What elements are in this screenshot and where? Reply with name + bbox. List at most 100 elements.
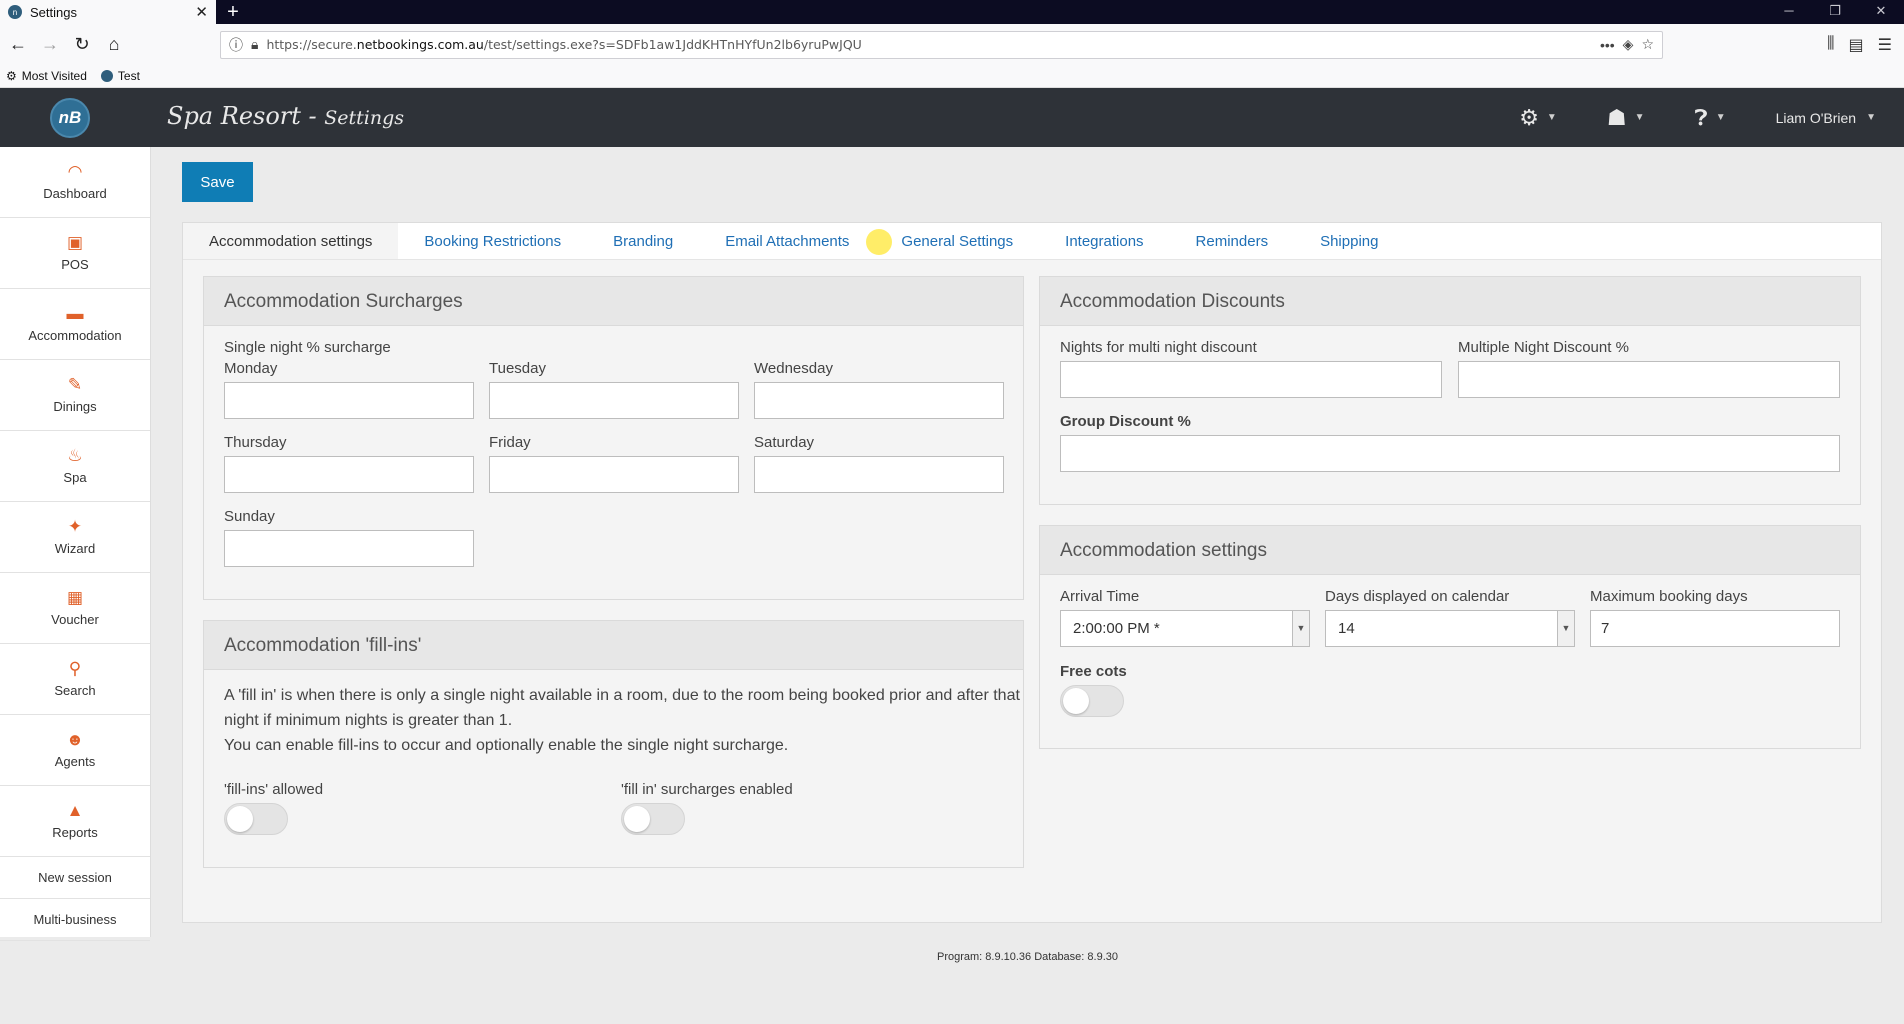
browser-tab[interactable]: n Settings ✕ [0,0,216,24]
fillins-surcharges-field: 'fill in' surcharges enabled [621,781,793,835]
user-menu[interactable]: Liam O'Brien ▼ [1776,110,1876,126]
bookmarks-bar: ⚙ Most Visited Test [0,65,1904,88]
free-cots-toggle[interactable] [1060,685,1124,717]
minimize-icon[interactable]: ─ [1766,0,1812,24]
help-dropdown[interactable]: ❓︎ ▼ [1694,105,1725,131]
friday-input[interactable] [489,456,739,493]
sidebar: ◠ Dashboard ▣ POS ▬ Accommodation ✎ Dinings … [0,147,151,941]
fillins-surcharges-toggle[interactable] [621,803,685,835]
library-icon[interactable]: ⫼ [1827,35,1834,55]
tab-integrations[interactable]: Integrations [1039,223,1169,259]
wednesday-field: Wednesday [754,360,1004,419]
back-icon[interactable]: ← [4,31,32,59]
version-footer: Program: 8.9.10.36 Database: 8.9.30 [936,951,1118,963]
sidebar-toggle-icon[interactable]: ▤ [1849,35,1864,55]
save-button[interactable]: Save [182,162,253,202]
new-tab-button[interactable]: + [216,0,250,24]
discounts-box: Accommodation Discounts Nights for multi… [1039,276,1861,505]
forward-icon[interactable]: → [36,31,64,59]
multi-discount-field: Multiple Night Discount % [1458,339,1840,398]
sunday-field: Sunday [224,508,474,567]
saturday-input[interactable] [754,456,1004,493]
bookmark-most-visited[interactable]: ⚙ Most Visited [6,69,87,83]
chevron-down-icon: ▼ [1866,112,1876,123]
settings-dropdown[interactable]: ⚙ ▼ [1519,105,1557,131]
sidebar-item-pos[interactable]: ▣ POS [0,218,150,289]
chevron-down-icon: ▼ [1292,611,1309,646]
sidebar-item-reports[interactable]: ▲ Reports [0,786,150,857]
favicon-icon: n [8,5,22,19]
close-window-icon[interactable]: ✕ [1858,0,1904,24]
sidebar-item-spa[interactable]: ♨ Spa [0,431,150,502]
agent-icon: ☻ [66,730,84,749]
max-booking-days-field: Maximum booking days [1590,588,1840,647]
multi-nights-field: Nights for multi night discount [1060,339,1442,398]
arrival-time-select[interactable]: 2:00:00 PM * ▼ [1060,610,1310,647]
multi-nights-input[interactable] [1060,361,1442,398]
discounts-title: Accommodation Discounts [1040,277,1860,326]
surcharges-title: Accommodation Surcharges [204,277,1023,326]
sidebar-item-voucher[interactable]: ▦ Voucher [0,573,150,644]
close-tab-icon[interactable]: ✕ [195,3,208,21]
restore-icon[interactable]: ❐ [1812,0,1858,24]
arrival-time-field: Arrival Time 2:00:00 PM * ▼ [1060,588,1310,647]
sunday-input[interactable] [224,530,474,567]
site-info-icon[interactable]: ⓘ [229,35,243,55]
tab-shipping[interactable]: Shipping [1294,223,1404,259]
help-icon: ❓︎ [1694,104,1708,130]
chart-icon: ▲ [66,801,84,820]
wednesday-input[interactable] [754,382,1004,419]
tuesday-field: Tuesday [489,360,739,419]
browser-navbar: ← → ↻ ⌂ ⓘ 🔒︎ https://secure.netbookings.… [0,24,1904,65]
max-booking-days-input[interactable] [1590,610,1840,647]
tab-general-settings[interactable]: General Settings [875,223,1039,259]
tab-booking-restrictions[interactable]: Booking Restrictions [398,223,587,259]
sidebar-item-dinings[interactable]: ✎ Dinings [0,360,150,431]
sidebar-link-multi-business[interactable]: Multi-business [0,899,150,941]
free-cots-field: Free cots [1060,663,1127,717]
tab-email-attachments[interactable]: Email Attachments [699,223,875,259]
gift-icon: ▦ [66,588,84,607]
days-displayed-select[interactable]: 14 ▼ [1325,610,1575,647]
address-bar[interactable]: ⓘ 🔒︎ https://secure.netbookings.com.au/t… [220,30,1663,59]
menu-icon[interactable]: ☰ [1878,35,1892,55]
chevron-down-icon: ▼ [1546,112,1557,123]
wand-icon: ✦ [67,517,83,536]
group-discount-input[interactable] [1060,435,1840,472]
app-header: nB Spa Resort - Settings ⚙ ▼ ☗ ▼ ❓︎ ▼ Liam … [0,88,1904,147]
monday-field: Monday [224,360,474,419]
chevron-down-icon: ▼ [1715,112,1726,123]
tab-branding[interactable]: Branding [587,223,699,259]
bookmark-test[interactable]: Test [100,69,140,83]
thursday-input[interactable] [224,456,474,493]
url-text[interactable]: https://secure.netbookings.com.au/test/s… [266,37,1591,52]
sidebar-item-search[interactable]: ⚲ Search [0,644,150,715]
group-discount-field: Group Discount % [1060,413,1840,472]
user-name: Liam O'Brien [1775,109,1857,126]
settings-tabs: Accommodation settings Booking Restricti… [183,223,1881,260]
fillins-title: Accommodation 'fill-ins' [204,621,1023,670]
tab-reminders[interactable]: Reminders [1170,223,1295,259]
sidebar-item-dashboard[interactable]: ◠ Dashboard [0,147,150,218]
lock-icon: 🔒︎ [251,36,259,52]
home-icon[interactable]: ⌂ [100,31,128,59]
app-logo[interactable]: nB [50,98,90,138]
multi-discount-input[interactable] [1458,361,1840,398]
acc-settings-box: Accommodation settings Arrival Time 2:00… [1039,525,1861,749]
sidebar-item-agents[interactable]: ☻ Agents [0,715,150,786]
tuesday-input[interactable] [489,382,739,419]
fillins-allowed-toggle[interactable] [224,803,288,835]
reload-icon[interactable]: ↻ [68,31,96,59]
staff-dropdown[interactable]: ☗ ▼ [1607,105,1645,131]
star-icon[interactable]: ☆ [1641,36,1654,53]
sidebar-item-wizard[interactable]: ✦ Wizard [0,502,150,573]
sidebar-item-accommodation[interactable]: ▬ Accommodation [0,289,150,360]
tab-accommodation-settings[interactable]: Accommodation settings [183,223,399,259]
user-tie-icon: ☗ [1606,104,1627,130]
pocket-icon[interactable]: ◈ [1623,36,1634,53]
window-controls: ─ ❐ ✕ [1766,0,1904,24]
sidebar-link-new-session[interactable]: New session [0,857,150,899]
monday-input[interactable] [224,382,474,419]
spa-icon: ♨ [67,446,83,465]
page-actions-icon[interactable]: ••• [1600,37,1615,53]
